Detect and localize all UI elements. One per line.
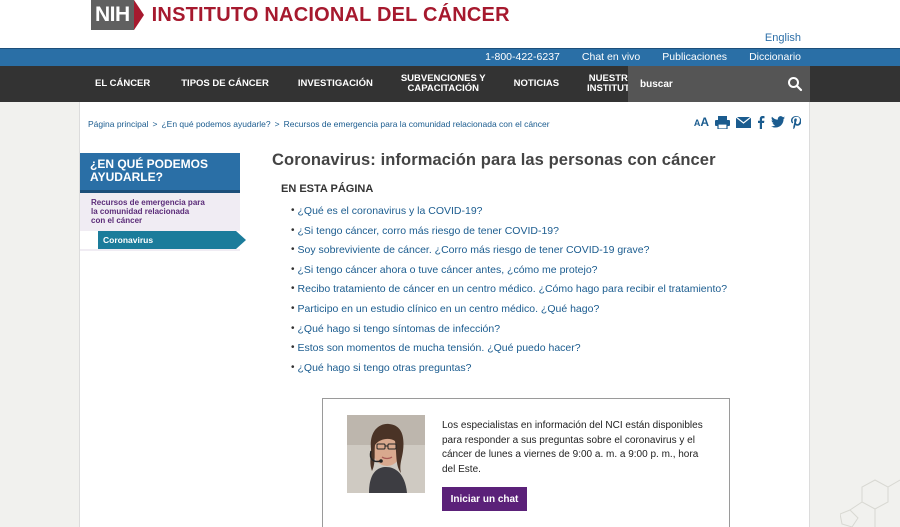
sidebar-active-arrow-icon (236, 231, 246, 249)
list-item: • Soy sobreviviente de cáncer. ¿Corro más… (291, 244, 727, 264)
sidebar-item-label: Recursos de emergencia para la comunidad… (91, 198, 231, 225)
nav-item-tipos-de-cancer[interactable]: TIPOS DE CÁNCER (166, 66, 284, 102)
utility-bar: 1-800-422-6237 Chat en vivo Publicacione… (0, 48, 900, 66)
utility-dictionary-link[interactable]: Diccionario (749, 51, 801, 63)
nav-item-label-line2: CAPACITACIÓN (407, 83, 479, 94)
print-icon[interactable] (715, 115, 730, 129)
sidebar-item-label-line3: con el cáncer (91, 216, 143, 225)
list-item: • ¿Qué es el coronavirus y la COVID-19? (291, 205, 727, 225)
search-box (628, 66, 810, 102)
bullet: • (291, 244, 295, 256)
molecule-decoration-icon (840, 479, 900, 527)
email-icon[interactable] (736, 116, 751, 128)
sidebar-heading-line2: AYUDARLE? (90, 170, 163, 184)
utility-links: 1-800-422-6237 Chat en vivo Publicacione… (485, 51, 801, 63)
list-item: • Estos son momentos de mucha tensión. ¿Q… (291, 342, 727, 362)
nav-items: EL CÁNCER TIPOS DE CÁNCER INVESTIGACIÓN … (79, 66, 651, 102)
main-nav: EL CÁNCER TIPOS DE CÁNCER INVESTIGACIÓN … (0, 66, 900, 102)
bullet: • (291, 205, 295, 216)
bullet: • (291, 342, 295, 354)
nih-logo-mark: NIH (91, 0, 134, 30)
list-item: • Participo en un estudio clínico en un c… (291, 303, 727, 323)
nih-chevron-icon (133, 0, 144, 30)
toc-link[interactable]: Participo en un estudio clínico en un ce… (298, 303, 600, 315)
sidebar-heading[interactable]: ¿EN QUÉ PODEMOS AYUDARLE? (80, 153, 240, 193)
bullet: • (291, 322, 295, 334)
site-title: INSTITUTO NACIONAL DEL CÁNCER (151, 4, 510, 26)
toc-link[interactable]: Recibo tratamiento de cáncer en un centr… (298, 283, 728, 295)
toc-link[interactable]: Estos son momentos de mucha tensión. ¿Qu… (298, 342, 581, 354)
breadcrumb: Página principal > ¿En qué podemos ayuda… (88, 119, 550, 129)
facebook-icon[interactable] (757, 115, 765, 129)
sidebar-item-emergency-resources[interactable]: Recursos de emergencia para la comunidad… (80, 193, 240, 231)
toc-link[interactable]: ¿Si tengo cáncer ahora o tuve cáncer ant… (298, 264, 598, 276)
twitter-icon[interactable] (771, 116, 785, 128)
page-title: Coronavirus: información para las person… (272, 151, 716, 169)
language-link-english[interactable]: English (765, 32, 801, 44)
toc-link[interactable]: ¿Qué hago si tengo síntomas de infección… (298, 323, 501, 335)
breadcrumb-home[interactable]: Página principal (88, 119, 148, 129)
search-input[interactable] (628, 66, 778, 102)
font-size-large-letter: A (700, 115, 709, 129)
nav-item-label: NOTICIAS (513, 78, 560, 89)
on-this-page-label: EN ESTA PÁGINA (281, 183, 374, 195)
breadcrumb-separator: > (152, 119, 158, 129)
bullet: • (291, 361, 295, 373)
list-item: • ¿Si tengo cáncer, corro más riesgo de t… (291, 225, 727, 245)
nav-item-label: TIPOS DE CÁNCER (181, 78, 269, 89)
utility-publications-link[interactable]: Publicaciones (662, 51, 727, 63)
sidebar-item-coronavirus[interactable]: Coronavirus (98, 231, 236, 249)
sidebar-item-label-line2: la comunidad relacionada (91, 207, 190, 216)
on-this-page-list: • ¿Qué es el coronavirus y la COVID-19? •… (291, 205, 727, 381)
bullet: • (291, 302, 295, 314)
live-chat-callout: Los especialistas en información del NCI… (322, 398, 730, 527)
toc-link[interactable]: ¿Qué es el coronavirus y la COVID-19? (298, 205, 483, 217)
toc-link[interactable]: ¿Qué hago si tengo otras preguntas? (298, 362, 472, 374)
sidebar-divider (80, 249, 240, 251)
bullet: • (291, 224, 295, 236)
bullet: • (291, 263, 295, 275)
nav-item-label: EL CÁNCER (95, 78, 151, 89)
bullet: • (291, 283, 295, 295)
font-size-icon[interactable]: AA (694, 115, 709, 129)
nav-item-subvenciones[interactable]: SUBVENCIONES Y CAPACITACIÓN (387, 66, 500, 102)
utility-phone-link[interactable]: 1-800-422-6237 (485, 51, 560, 63)
content-panel: Página principal > ¿En qué podemos ayuda… (79, 102, 810, 527)
breadcrumb-emergency-resources[interactable]: Recursos de emergencia para la comunidad… (284, 119, 550, 129)
chat-description: Los especialistas en información del NCI… (442, 420, 703, 475)
list-item: • ¿Si tengo cáncer ahora o tuve cáncer an… (291, 264, 727, 284)
page-tools: AA (694, 115, 801, 129)
toc-link[interactable]: ¿Si tengo cáncer, corro más riesgo de te… (298, 225, 559, 237)
pinterest-icon[interactable] (791, 115, 801, 129)
nav-item-label: INVESTIGACIÓN (297, 78, 373, 89)
nav-item-el-cancer[interactable]: EL CÁNCER (79, 66, 166, 102)
site-logo[interactable]: NIH INSTITUTO NACIONAL DEL CÁNCER (91, 0, 510, 30)
specialist-photo (347, 415, 425, 493)
nav-item-noticias[interactable]: NOTICIAS (500, 66, 573, 102)
nav-item-investigacion[interactable]: INVESTIGACIÓN (284, 66, 387, 102)
search-icon[interactable] (786, 75, 804, 93)
breadcrumb-separator: > (274, 119, 280, 129)
list-item: • ¿Qué hago si tengo otras preguntas? (291, 362, 727, 382)
sidebar-item-label-line1: Recursos de emergencia para (91, 198, 205, 207)
masthead: NIH INSTITUTO NACIONAL DEL CÁNCER Englis… (0, 0, 900, 48)
toc-link[interactable]: Soy sobreviviente de cáncer. ¿Corro más … (298, 244, 650, 256)
breadcrumb-help[interactable]: ¿En qué podemos ayudarle? (161, 119, 270, 129)
list-item: • Recibo tratamiento de cáncer en un cent… (291, 283, 727, 303)
start-chat-button[interactable]: Iniciar un chat (442, 487, 527, 511)
list-item: • ¿Qué hago si tengo síntomas de infecció… (291, 323, 727, 343)
utility-chat-link[interactable]: Chat en vivo (582, 51, 640, 63)
